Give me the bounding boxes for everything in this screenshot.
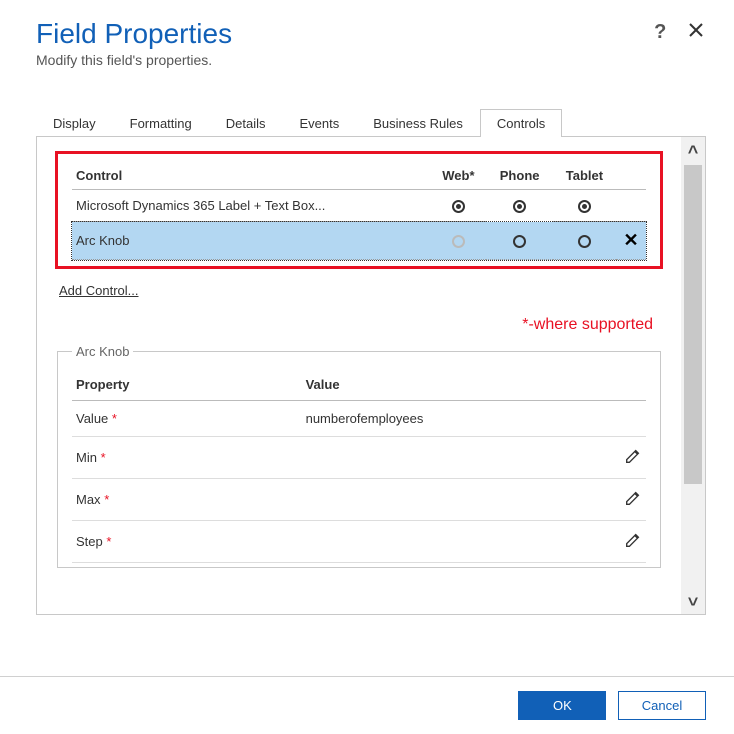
radio-tablet[interactable] xyxy=(578,235,591,248)
tab-formatting[interactable]: Formatting xyxy=(113,109,209,137)
control-name: Microsoft Dynamics 365 Label + Text Box.… xyxy=(72,190,430,222)
scroll-down-icon[interactable]: ^ xyxy=(688,590,699,608)
property-value: numberofemployees xyxy=(302,401,606,437)
property-name: Min * xyxy=(72,437,302,479)
vertical-scrollbar[interactable]: ^ ^ xyxy=(681,137,705,614)
radio-phone[interactable] xyxy=(513,235,526,248)
close-icon[interactable] xyxy=(688,22,704,42)
property-value xyxy=(302,479,606,521)
cancel-button[interactable]: Cancel xyxy=(618,691,706,720)
property-row-value[interactable]: Value * numberofemployees xyxy=(72,401,646,437)
footnote-where-supported: *-where supported xyxy=(55,316,653,334)
col-property: Property xyxy=(72,369,302,401)
tab-display[interactable]: Display xyxy=(36,109,113,137)
control-row-arc-knob[interactable]: Arc Knob ✕ xyxy=(72,222,646,260)
col-web: Web* xyxy=(430,162,486,190)
properties-table: Property Value Value * numberofemployees… xyxy=(72,369,646,563)
property-name: Value * xyxy=(72,401,302,437)
scroll-thumb[interactable] xyxy=(684,165,702,484)
dialog-header: Field Properties Modify this field's pro… xyxy=(0,0,734,72)
radio-web[interactable] xyxy=(452,200,465,213)
dialog-footer: OK Cancel xyxy=(0,676,734,734)
property-row-min[interactable]: Min * xyxy=(72,437,646,479)
tab-controls[interactable]: Controls xyxy=(480,109,562,137)
radio-tablet[interactable] xyxy=(578,200,591,213)
control-name: Arc Knob xyxy=(72,222,430,260)
tab-bar: Display Formatting Details Events Busine… xyxy=(36,108,706,137)
fieldset-legend: Arc Knob xyxy=(72,344,133,359)
add-control-link[interactable]: Add Control... xyxy=(59,283,139,298)
col-phone: Phone xyxy=(486,162,552,190)
tab-business-rules[interactable]: Business Rules xyxy=(356,109,480,137)
control-properties-fieldset: Arc Knob Property Value Value * numberof… xyxy=(57,344,661,568)
control-row-default[interactable]: Microsoft Dynamics 365 Label + Text Box.… xyxy=(72,190,646,222)
col-remove xyxy=(616,162,646,190)
property-row-step[interactable]: Step * xyxy=(72,521,646,563)
tab-content: Control Web* Phone Tablet Microsoft Dyna… xyxy=(36,137,706,615)
radio-web xyxy=(452,235,465,248)
col-tablet: Tablet xyxy=(553,162,616,190)
tab-events[interactable]: Events xyxy=(283,109,357,137)
controls-table-highlight: Control Web* Phone Tablet Microsoft Dyna… xyxy=(55,151,663,269)
help-icon[interactable]: ? xyxy=(654,22,666,42)
edit-icon[interactable] xyxy=(624,495,642,510)
controls-panel: Control Web* Phone Tablet Microsoft Dyna… xyxy=(37,137,681,614)
property-name: Max * xyxy=(72,479,302,521)
controls-table: Control Web* Phone Tablet Microsoft Dyna… xyxy=(72,162,646,260)
property-name: Step * xyxy=(72,521,302,563)
scroll-up-icon[interactable]: ^ xyxy=(688,143,699,161)
dialog-title: Field Properties xyxy=(36,18,706,50)
dialog-subtitle: Modify this field's properties. xyxy=(36,52,706,68)
edit-icon[interactable] xyxy=(624,537,642,552)
header-actions: ? xyxy=(636,22,704,42)
ok-button[interactable]: OK xyxy=(518,691,606,720)
tab-details[interactable]: Details xyxy=(209,109,283,137)
col-control: Control xyxy=(72,162,430,190)
remove-control-icon[interactable]: ✕ xyxy=(623,230,638,250)
radio-phone[interactable] xyxy=(513,200,526,213)
property-value xyxy=(302,521,606,563)
property-value xyxy=(302,437,606,479)
col-value: Value xyxy=(302,369,606,401)
edit-icon[interactable] xyxy=(624,453,642,468)
property-row-max[interactable]: Max * xyxy=(72,479,646,521)
